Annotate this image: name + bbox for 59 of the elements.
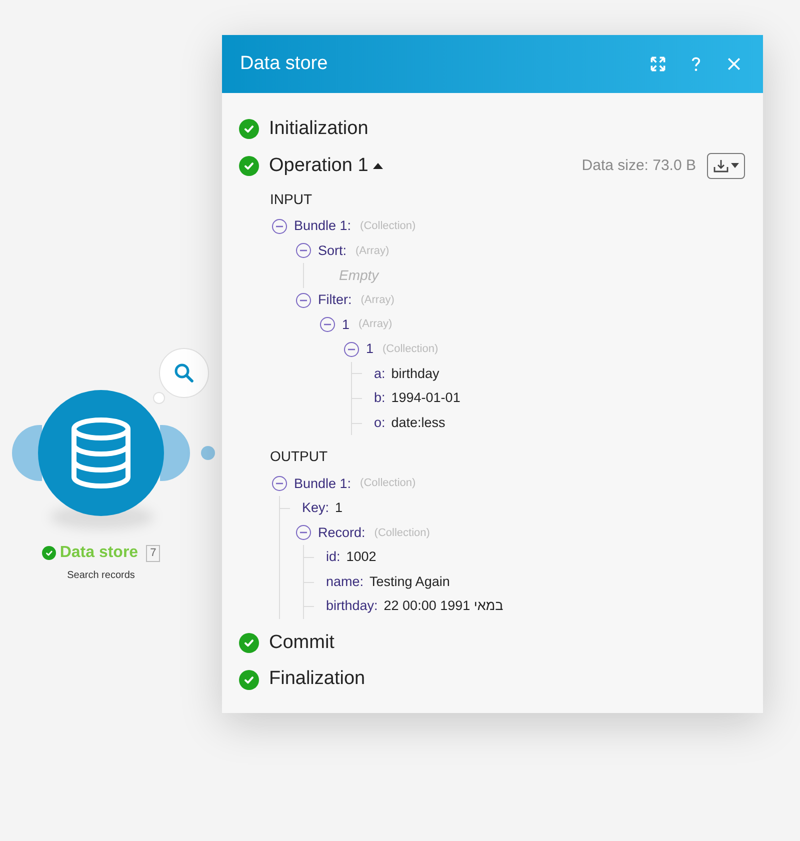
collapse-icon[interactable] <box>272 476 287 492</box>
empty-label: Empty <box>339 266 379 285</box>
close-icon <box>725 55 743 73</box>
tree-key: id: <box>326 547 340 568</box>
tree-key: 1 <box>342 314 350 335</box>
collapse-icon[interactable] <box>320 317 335 332</box>
caret-icon[interactable] <box>372 160 384 171</box>
type-label: (Array) <box>358 317 392 332</box>
type-label: (Array) <box>360 292 394 308</box>
collapse-icon[interactable] <box>272 218 287 234</box>
tree-value: birthday <box>391 364 440 383</box>
tree-key: Sort: <box>318 240 347 262</box>
collapse-icon[interactable] <box>344 342 359 357</box>
tree-value: 1994-01-01 <box>391 389 460 408</box>
section-heading: INPUT <box>270 190 313 208</box>
tree-value: date:less <box>391 414 446 432</box>
connector-handle[interactable] <box>12 425 42 481</box>
type-label: (Collection) <box>360 476 416 492</box>
collapse-icon[interactable] <box>296 243 311 258</box>
node-subtitle: Search records <box>67 569 135 583</box>
expand-icon <box>649 55 667 73</box>
type-label: (Array) <box>356 244 390 259</box>
tree-key: birthday: <box>326 596 378 617</box>
step-label: Initialization <box>269 117 368 141</box>
database-icon <box>69 417 133 489</box>
tree-key: a: <box>374 364 386 384</box>
step-label: Commit <box>269 630 334 655</box>
collapse-icon[interactable] <box>296 525 311 540</box>
section-heading: OUTPUT <box>270 446 329 466</box>
connector-handle[interactable] <box>160 425 190 481</box>
caret-icon <box>731 163 739 168</box>
tree-key: o: <box>374 412 386 434</box>
tree-key: Bundle 1: <box>294 216 352 236</box>
search-bubble-button[interactable] <box>159 348 209 398</box>
download-icon <box>713 158 729 173</box>
tree-key: name: <box>326 572 364 592</box>
data-size-label: Data size: 73.0 B <box>582 156 696 176</box>
step-label: Finalization <box>269 667 366 692</box>
search-icon <box>174 363 194 383</box>
tree-value: 22 00:00 1991 במאי <box>384 597 504 616</box>
tree-key: Record: <box>318 522 366 543</box>
thought-bubble <box>153 392 165 404</box>
node-badge: 7 <box>146 544 160 562</box>
tree-key: b: <box>374 388 386 409</box>
type-label: (Collection) <box>374 526 430 541</box>
type-label: (Collection) <box>382 342 438 358</box>
tree-value: 1002 <box>346 548 376 566</box>
tree-value: Testing Again <box>370 572 450 591</box>
node-title: Data store <box>60 543 138 563</box>
tree-key: Bundle 1: <box>294 474 352 494</box>
download-button[interactable] <box>707 152 745 179</box>
collapse-icon[interactable] <box>296 292 311 308</box>
tree-value: 1 <box>335 499 343 518</box>
tree-key: Key: <box>302 498 330 518</box>
panel-title: Data store <box>240 52 329 76</box>
tree-key: 1 <box>366 339 374 360</box>
type-label: (Collection) <box>360 219 416 234</box>
tree-key: Filter: <box>318 290 352 310</box>
step-label: Operation 1 <box>269 154 368 178</box>
